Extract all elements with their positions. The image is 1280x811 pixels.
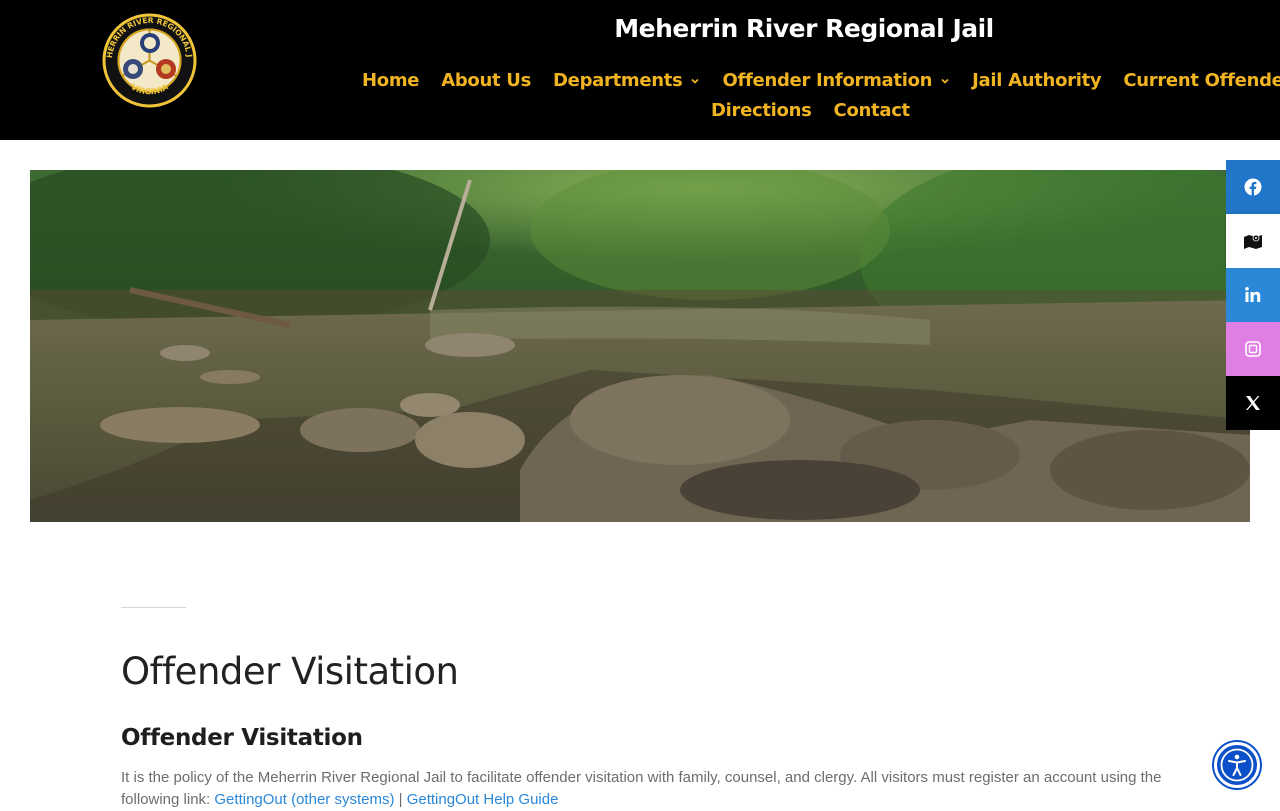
social-share-bar — [1226, 160, 1280, 430]
nav-label: Departments — [553, 70, 683, 91]
main-nav-row2: Directions Contact — [711, 100, 932, 121]
facebook-icon — [1244, 178, 1262, 196]
page-title: Offender Visitation — [121, 650, 459, 693]
nav-label: About Us — [441, 70, 532, 91]
nav-contact[interactable]: Contact — [833, 100, 911, 121]
hero-image — [30, 170, 1250, 522]
site-title[interactable]: Meherrin River Regional Jail — [560, 14, 1048, 43]
x-button[interactable] — [1226, 376, 1280, 430]
chevron-down-icon — [691, 78, 700, 84]
nav-departments[interactable]: Departments — [553, 70, 700, 91]
map-icon — [1244, 234, 1262, 249]
chevron-down-icon — [941, 78, 949, 84]
linkedin-button[interactable] — [1226, 268, 1280, 322]
nav-label: Directions — [711, 100, 812, 121]
nav-home[interactable]: Home — [362, 70, 420, 91]
accessibility-button[interactable] — [1214, 742, 1260, 788]
nav-label: Contact — [833, 100, 911, 121]
nav-directions[interactable]: Directions — [711, 100, 812, 121]
nav-about-us[interactable]: About Us — [441, 70, 531, 91]
linkedin-icon — [1245, 287, 1261, 302]
x-icon — [1246, 396, 1260, 410]
nav-label: Offender Information — [722, 70, 933, 91]
section-heading: Offender Visitation — [121, 725, 363, 751]
nav-current-offenders[interactable]: Current Offenders — [1123, 70, 1280, 91]
nav-offender-information[interactable]: Offender Information — [722, 70, 950, 91]
instagram-icon — [1245, 341, 1261, 357]
accessibility-icon — [1220, 748, 1254, 782]
section-divider — [121, 607, 186, 608]
nav-jail-authority[interactable]: Jail Authority — [972, 70, 1101, 91]
nav-label: Home — [362, 70, 420, 91]
visitation-paragraph: It is the policy of the Meherrin River R… — [121, 767, 1171, 811]
site-header: MEHERRIN RIVER REGIONAL JAIL VIRGINIA Me… — [0, 0, 1280, 140]
main-nav: Home About Us Departments Offender Infor… — [362, 70, 1280, 91]
facebook-button[interactable] — [1226, 160, 1280, 214]
site-logo[interactable]: MEHERRIN RIVER REGIONAL JAIL VIRGINIA — [96, 5, 199, 109]
map-button[interactable] — [1226, 214, 1280, 268]
nav-label: Jail Authority — [972, 70, 1102, 91]
instagram-button[interactable] — [1226, 322, 1280, 376]
nav-label: Current Offenders — [1123, 70, 1280, 91]
